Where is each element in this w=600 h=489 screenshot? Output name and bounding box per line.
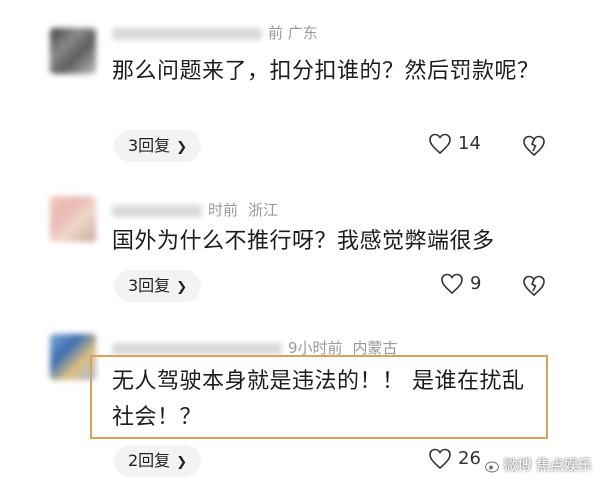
chevron-right-icon: ❯	[176, 140, 188, 155]
username-blurred[interactable]	[112, 27, 262, 40]
replies-label: 3回复	[128, 276, 171, 295]
chevron-right-icon: ❯	[176, 455, 188, 470]
username-blurred[interactable]	[112, 342, 282, 355]
replies-button[interactable]: 2回复 ❯	[114, 445, 202, 477]
like-button[interactable]: 14	[428, 133, 481, 155]
broken-heart-icon	[523, 275, 545, 297]
dislike-button[interactable]	[522, 135, 546, 161]
watermark-text: 微博 焦点娱乐	[503, 458, 592, 474]
replies-button[interactable]: 3回复 ❯	[114, 130, 202, 162]
comment-time: 时前	[208, 201, 239, 219]
comment-location: 浙江	[248, 201, 279, 219]
avatar[interactable]	[50, 28, 96, 74]
like-count: 14	[458, 133, 481, 154]
avatar[interactable]	[50, 196, 96, 242]
replies-label: 3回复	[128, 136, 171, 155]
heart-icon	[429, 448, 451, 470]
comment-text: 国外为什么不推行呀？我感觉弊端很多	[112, 229, 495, 254]
comment-text: 那么问题来了，扣分扣谁的？然后罚款呢？	[112, 59, 540, 84]
comment-location: 前 广东	[268, 24, 318, 42]
dislike-button[interactable]	[522, 275, 546, 301]
replies-label: 2回复	[128, 451, 171, 470]
replies-button[interactable]: 3回复 ❯	[114, 270, 202, 302]
like-button[interactable]: 9	[440, 273, 481, 295]
broken-heart-icon	[523, 135, 545, 157]
like-count: 9	[470, 273, 482, 294]
comment-text: 无人驾驶本身就是违法的！！ 是谁在扰乱社会！？	[112, 369, 525, 430]
comment-meta: 时前 浙江	[112, 199, 278, 220]
watermark: 微博 焦点娱乐	[484, 455, 592, 475]
like-count: 26	[458, 448, 481, 469]
heart-icon	[429, 133, 451, 155]
weibo-logo-icon	[484, 461, 499, 473]
heart-icon	[441, 273, 463, 295]
like-button[interactable]: 26	[428, 448, 481, 470]
comment-meta: 前 广东	[112, 22, 318, 43]
chevron-right-icon: ❯	[176, 280, 188, 295]
username-blurred[interactable]	[112, 204, 202, 217]
